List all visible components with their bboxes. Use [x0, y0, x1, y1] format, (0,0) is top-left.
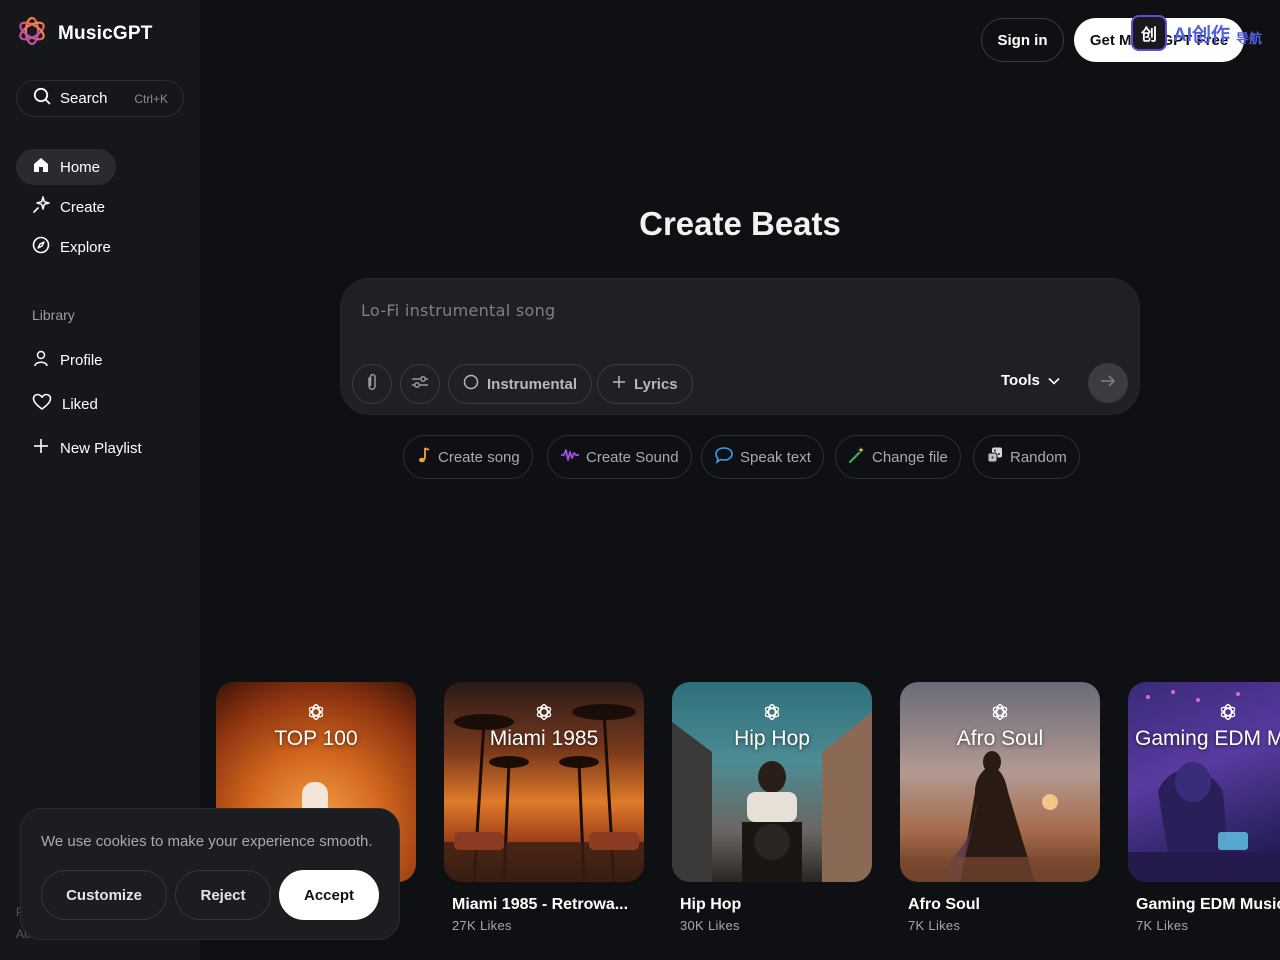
ai-nav-text: AI创作 [1173, 24, 1231, 46]
chip-label: Speak text [740, 448, 811, 466]
library-item-label: Profile [60, 351, 103, 369]
brand-name: MusicGPT [58, 22, 153, 44]
change-file-chip[interactable]: Change file [835, 435, 961, 479]
card-artwork[interactable]: Afro Soul [900, 682, 1100, 882]
lyrics-button[interactable]: Lyrics [597, 364, 693, 404]
cookie-message: We use cookies to make your experience s… [41, 833, 373, 850]
search-label: Search [60, 90, 108, 107]
library-item-label: Liked [62, 395, 98, 413]
attach-button[interactable] [352, 364, 392, 404]
ai-nav-overlay-badge[interactable]: 创 AI创作 导航 [1131, 14, 1262, 52]
waveform-icon [560, 447, 580, 467]
search-button[interactable]: Search Ctrl+K [16, 80, 184, 117]
card-likes: 7K Likes [1136, 918, 1189, 933]
card-likes: 30K Likes [680, 918, 740, 933]
sliders-icon [411, 374, 429, 395]
prompt-box: Lo-Fi instrumental song Instrumental Lyr… [340, 278, 1140, 415]
musicgpt-logo-icon [307, 703, 325, 726]
cookie-banner: We use cookies to make your experience s… [20, 808, 400, 940]
reject-button[interactable]: Reject [175, 870, 271, 920]
library-item-liked[interactable]: Liked [16, 386, 114, 422]
magic-wand-icon [848, 446, 866, 468]
chevron-down-icon [1048, 372, 1060, 389]
create-song-chip[interactable]: Create song [403, 435, 533, 479]
gaming-room-artwork [1128, 690, 1280, 882]
playlist-card[interactable]: Miami 1985 Miami 1985 - Retrowa... 27K L… [444, 682, 644, 933]
customize-button[interactable]: Customize [41, 870, 167, 920]
card-art-label: TOP 100 [274, 727, 358, 750]
card-title: Afro Soul [908, 896, 980, 913]
speech-bubble-icon [714, 446, 734, 468]
city-artwork [672, 712, 872, 882]
nav-item-label: Home [60, 158, 101, 176]
tools-dropdown[interactable]: Tools [1001, 372, 1060, 389]
playlist-card[interactable]: Afro Soul Afro Soul 7K Likes [900, 682, 1100, 933]
prompt-input[interactable]: Lo-Fi instrumental song [361, 301, 555, 320]
heart-icon [32, 393, 52, 415]
nav-item-create[interactable]: Create [16, 189, 121, 225]
instrumental-toggle[interactable]: Instrumental [448, 364, 593, 404]
instrumental-label: Instrumental [487, 375, 578, 393]
create-sound-chip[interactable]: Create Sound [547, 435, 692, 479]
card-artwork[interactable]: Hip Hop [672, 682, 872, 882]
playlist-card[interactable]: Hip Hop Hip Hop 30K Likes [672, 682, 872, 933]
search-icon [33, 87, 51, 110]
sparkle-icon [32, 196, 50, 218]
nav-item-label: Explore [60, 238, 111, 256]
chip-label: Change file [872, 448, 948, 466]
chip-label: Create song [438, 448, 520, 466]
card-title: Gaming EDM Music [1136, 896, 1280, 913]
page-title: Create Beats [639, 205, 841, 242]
accept-button[interactable]: Accept [279, 870, 379, 920]
chip-label: Random [1010, 448, 1067, 466]
nav-item-home[interactable]: Home [16, 149, 117, 185]
card-artwork[interactable]: Gaming EDM M [1128, 682, 1280, 882]
search-shortcut: Ctrl+K [134, 91, 168, 106]
library-item-profile[interactable]: Profile [16, 342, 119, 378]
random-chip[interactable]: Random [973, 435, 1080, 479]
lyrics-label: Lyrics [634, 375, 678, 393]
sign-in-button[interactable]: Sign in [981, 18, 1064, 62]
chip-label: Create Sound [586, 448, 679, 466]
music-note-icon [416, 446, 432, 468]
ai-nav-logo-icon: 创 [1131, 15, 1167, 51]
card-title: Hip Hop [680, 896, 742, 913]
arrow-right-icon [1100, 374, 1116, 393]
ai-nav-subtext: 导航 [1236, 30, 1263, 46]
library-item-new-playlist[interactable]: New Playlist [16, 430, 158, 466]
plus-icon [612, 375, 626, 393]
tools-label: Tools [1001, 372, 1040, 389]
nav-item-explore[interactable]: Explore [16, 229, 127, 265]
card-likes: 7K Likes [908, 918, 961, 933]
plus-icon [32, 437, 50, 459]
paperclip-icon [364, 373, 380, 396]
speak-text-chip[interactable]: Speak text [701, 435, 824, 479]
playlist-card[interactable]: Gaming EDM M Gaming EDM Music 7K Likes [1128, 682, 1280, 933]
card-artwork[interactable]: Miami 1985 [444, 682, 644, 882]
brand-logo-link[interactable]: MusicGPT [16, 15, 153, 52]
palm-trees-artwork [444, 704, 644, 882]
desert-figure-artwork [900, 751, 1100, 882]
settings-sliders-button[interactable] [400, 364, 440, 404]
home-icon [32, 156, 50, 178]
library-heading: Library [32, 307, 75, 323]
compass-icon [32, 236, 50, 258]
musicgpt-logo-icon [16, 15, 48, 52]
nav-item-label: Create [60, 198, 106, 216]
card-likes: 27K Likes [452, 918, 512, 933]
radio-circle-icon [463, 374, 479, 394]
dice-icon [986, 446, 1004, 468]
submit-button[interactable] [1088, 363, 1128, 403]
card-title: Miami 1985 - Retrowa... [452, 896, 629, 913]
user-icon [32, 349, 50, 371]
library-item-label: New Playlist [60, 439, 142, 457]
